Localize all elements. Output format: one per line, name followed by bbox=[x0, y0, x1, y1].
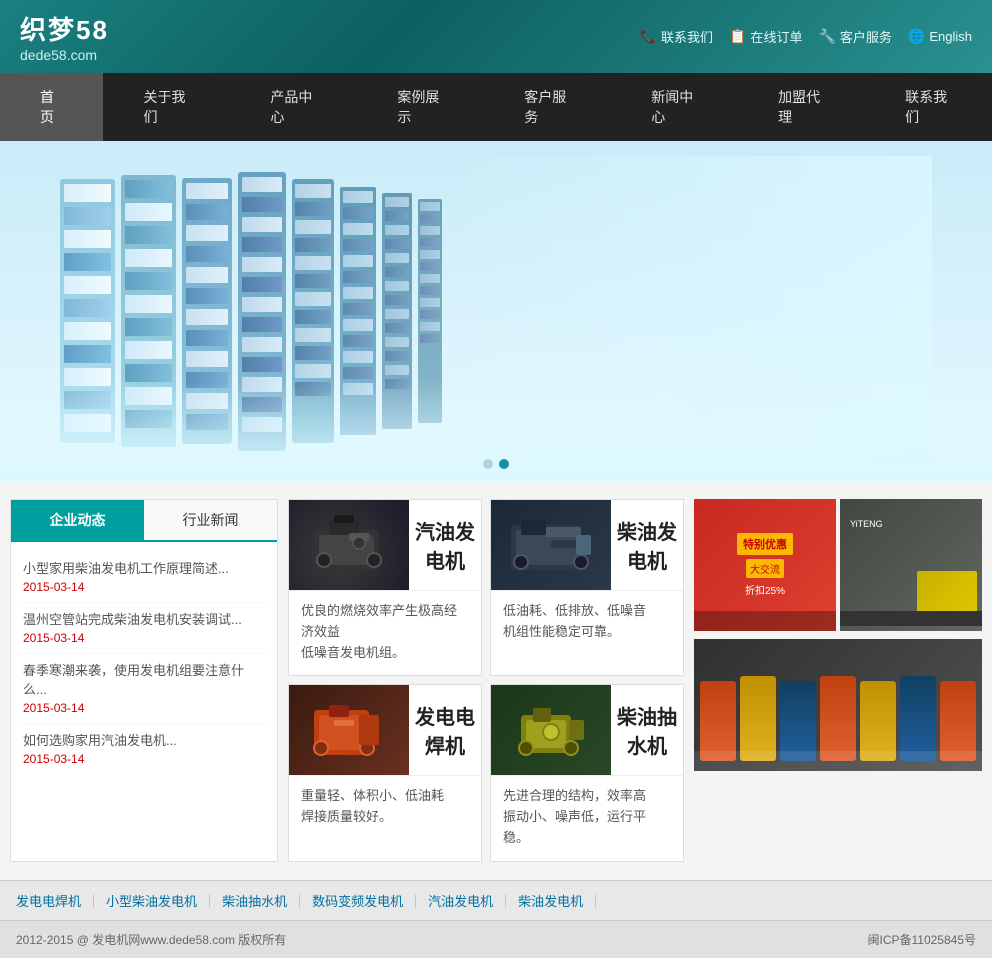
footer-link-2[interactable]: 小型柴油发电机 bbox=[106, 891, 197, 910]
product-img-welder bbox=[289, 685, 409, 775]
news-list: 小型家用柴油发电机工作原理简述... 2015-03-14 温州空管站完成柴油发… bbox=[11, 542, 277, 784]
footer-link-3[interactable]: 柴油抽水机 bbox=[222, 891, 287, 910]
product-img-gasoil bbox=[289, 500, 409, 590]
product-img-pump bbox=[491, 685, 611, 775]
banner-dot-1[interactable] bbox=[483, 459, 493, 469]
photo-generators-row bbox=[694, 639, 982, 771]
news-tab-industry[interactable]: 行业新闻 bbox=[144, 500, 277, 540]
footer-sep-6: ｜ bbox=[589, 891, 602, 910]
footer-sep-4: ｜ bbox=[409, 891, 422, 910]
header-order[interactable]: 📋 在线订单 bbox=[729, 27, 802, 46]
banner-content: // Generate racks inline bbox=[0, 141, 992, 481]
products-section: 汽油发电机 优良的燃烧效率产生极高经济效益 低噪音发电机组。 bbox=[288, 499, 684, 862]
product-card-top-1: 汽油发电机 bbox=[289, 500, 481, 590]
header-service-label: 客户服务 bbox=[840, 27, 892, 46]
logo-subtitle: dede58.com bbox=[20, 47, 109, 63]
footer-sep-2: ｜ bbox=[203, 891, 216, 910]
product-title-area-3: 发电电焊机 bbox=[409, 685, 481, 775]
logo: 织梦58 dede58.com bbox=[20, 10, 109, 63]
product-img-diesel bbox=[491, 500, 611, 590]
header-nav: 📞 联系我们 📋 在线订单 🔧 客户服务 🌐 English bbox=[640, 27, 972, 46]
product-card-gasoil[interactable]: 汽油发电机 优良的燃烧效率产生极高经济效益 低噪音发电机组。 bbox=[288, 499, 482, 676]
news-title-3[interactable]: 春季寒潮来袭，使用发电机组要注意什么... bbox=[23, 662, 265, 698]
banner: // Generate racks inline bbox=[0, 141, 992, 481]
photo-exhibition: 特别优惠 大交流 折扣25% bbox=[694, 499, 836, 631]
product-card-welder[interactable]: 发电电焊机 重量轻、体积小、低油耗 焊接质量较好。 bbox=[288, 684, 482, 861]
product-row-2: 发电电焊机 重量轻、体积小、低油耗 焊接质量较好。 bbox=[288, 684, 684, 861]
footer-sep-5: ｜ bbox=[499, 891, 512, 910]
news-date-3: 2015-03-14 bbox=[23, 701, 265, 715]
product-title-diesel: 柴油发电机 bbox=[611, 516, 683, 574]
product-title-gasoil: 汽油发电机 bbox=[409, 516, 481, 574]
logo-title: 织梦58 bbox=[20, 10, 109, 47]
footer-link-6[interactable]: 柴油发电机 bbox=[518, 891, 583, 910]
header-lang-label: English bbox=[929, 29, 972, 44]
news-date-4: 2015-03-14 bbox=[23, 752, 265, 766]
news-date-1: 2015-03-14 bbox=[23, 580, 265, 594]
order-icon: 📋 bbox=[729, 28, 746, 45]
product-title-pump: 柴油抽水机 bbox=[611, 701, 683, 759]
banner-visual bbox=[0, 141, 992, 481]
lang-icon: 🌐 bbox=[908, 28, 925, 45]
phone-icon: 📞 bbox=[640, 28, 657, 45]
banner-dot-2[interactable] bbox=[499, 459, 509, 469]
header-contact[interactable]: 📞 联系我们 bbox=[640, 27, 713, 46]
footer-sep-3: ｜ bbox=[293, 891, 306, 910]
product-desc-diesel: 低油耗、低排放、低噪音 机组性能稳定可靠。 bbox=[491, 590, 683, 655]
footer-sep-1: ｜ bbox=[87, 891, 100, 910]
product-row-1: 汽油发电机 优良的燃烧效率产生极高经济效益 低噪音发电机组。 bbox=[288, 499, 684, 676]
product-title-area-2: 柴油发电机 bbox=[611, 500, 683, 590]
list-item: 小型家用柴油发电机工作原理简述... 2015-03-14 bbox=[23, 552, 265, 603]
product-desc-gasoil: 优良的燃烧效率产生极高经济效益 低噪音发电机组。 bbox=[289, 590, 481, 675]
nav-franchise[interactable]: 加盟代理 bbox=[738, 73, 865, 141]
banner-dots bbox=[483, 459, 509, 469]
header-contact-label: 联系我们 bbox=[661, 27, 713, 46]
header: 织梦58 dede58.com 📞 联系我们 📋 在线订单 🔧 客户服务 🌐 E… bbox=[0, 0, 992, 73]
service-icon: 🔧 bbox=[818, 28, 835, 45]
news-section: 企业动态 行业新闻 小型家用柴油发电机工作原理简述... 2015-03-14 … bbox=[10, 499, 278, 862]
footer-link-4[interactable]: 数码变频发电机 bbox=[312, 891, 403, 910]
product-title-welder: 发电电焊机 bbox=[409, 701, 481, 759]
main-content: 企业动态 行业新闻 小型家用柴油发电机工作原理简述... 2015-03-14 … bbox=[0, 481, 992, 880]
news-title-4[interactable]: 如何选购家用汽油发电机... bbox=[23, 732, 265, 750]
list-item: 温州空管站完成柴油发电机安装调试... 2015-03-14 bbox=[23, 603, 265, 654]
header-service[interactable]: 🔧 客户服务 bbox=[818, 27, 891, 46]
product-desc-welder: 重量轻、体积小、低油耗 焊接质量较好。 bbox=[289, 775, 481, 840]
nav-cases[interactable]: 案例展示 bbox=[357, 73, 484, 141]
footer: 2012-2015 @ 发电机网www.dede58.com 版权所有 闽ICP… bbox=[0, 920, 992, 958]
news-title-1[interactable]: 小型家用柴油发电机工作原理简述... bbox=[23, 560, 265, 578]
footer-link-5[interactable]: 汽油发电机 bbox=[428, 891, 493, 910]
footer-copyright: 2012-2015 @ 发电机网www.dede58.com 版权所有 bbox=[16, 931, 286, 948]
photo-row-top: 特别优惠 大交流 折扣25% YiTENG bbox=[694, 499, 982, 631]
navbar: 首页 关于我们 产品中心 案例展示 客户服务 新闻中心 加盟代理 联系我们 bbox=[0, 73, 992, 141]
header-lang[interactable]: 🌐 English bbox=[908, 28, 972, 45]
nav-news[interactable]: 新闻中心 bbox=[611, 73, 738, 141]
footer-icp: 闽ICP备11025845号 bbox=[867, 931, 976, 948]
news-tabs: 企业动态 行业新闻 bbox=[11, 500, 277, 542]
news-date-2: 2015-03-14 bbox=[23, 631, 265, 645]
footer-links: 发电电焊机 ｜ 小型柴油发电机 ｜ 柴油抽水机 ｜ 数码变频发电机 ｜ 汽油发电… bbox=[0, 880, 992, 920]
nav-about[interactable]: 关于我们 bbox=[103, 73, 230, 141]
footer-link-1[interactable]: 发电电焊机 bbox=[16, 891, 81, 910]
nav-home[interactable]: 首页 bbox=[0, 73, 103, 141]
product-title-area-4: 柴油抽水机 bbox=[611, 685, 683, 775]
list-item: 如何选购家用汽油发电机... 2015-03-14 bbox=[23, 724, 265, 774]
product-desc-pump: 先进合理的结构，效率高 振动小、噪声低，运行平稳。 bbox=[491, 775, 683, 860]
news-tab-company[interactable]: 企业动态 bbox=[11, 500, 144, 540]
nav-service[interactable]: 客户服务 bbox=[484, 73, 611, 141]
header-order-label: 在线订单 bbox=[750, 27, 802, 46]
nav-products[interactable]: 产品中心 bbox=[230, 73, 357, 141]
photos-section: 特别优惠 大交流 折扣25% YiTENG bbox=[694, 499, 982, 862]
product-card-top-2: 柴油发电机 bbox=[491, 500, 683, 590]
photo-truck: YiTENG bbox=[840, 499, 982, 631]
product-card-top-3: 发电电焊机 bbox=[289, 685, 481, 775]
news-title-2[interactable]: 温州空管站完成柴油发电机安装调试... bbox=[23, 611, 265, 629]
list-item: 春季寒潮来袭，使用发电机组要注意什么... 2015-03-14 bbox=[23, 654, 265, 723]
nav-contact[interactable]: 联系我们 bbox=[865, 73, 992, 141]
product-card-pump[interactable]: 柴油抽水机 先进合理的结构，效率高 振动小、噪声低，运行平稳。 bbox=[490, 684, 684, 861]
product-card-top-4: 柴油抽水机 bbox=[491, 685, 683, 775]
product-card-diesel[interactable]: 柴油发电机 低油耗、低排放、低噪音 机组性能稳定可靠。 bbox=[490, 499, 684, 676]
product-title-area-1: 汽油发电机 bbox=[409, 500, 481, 590]
